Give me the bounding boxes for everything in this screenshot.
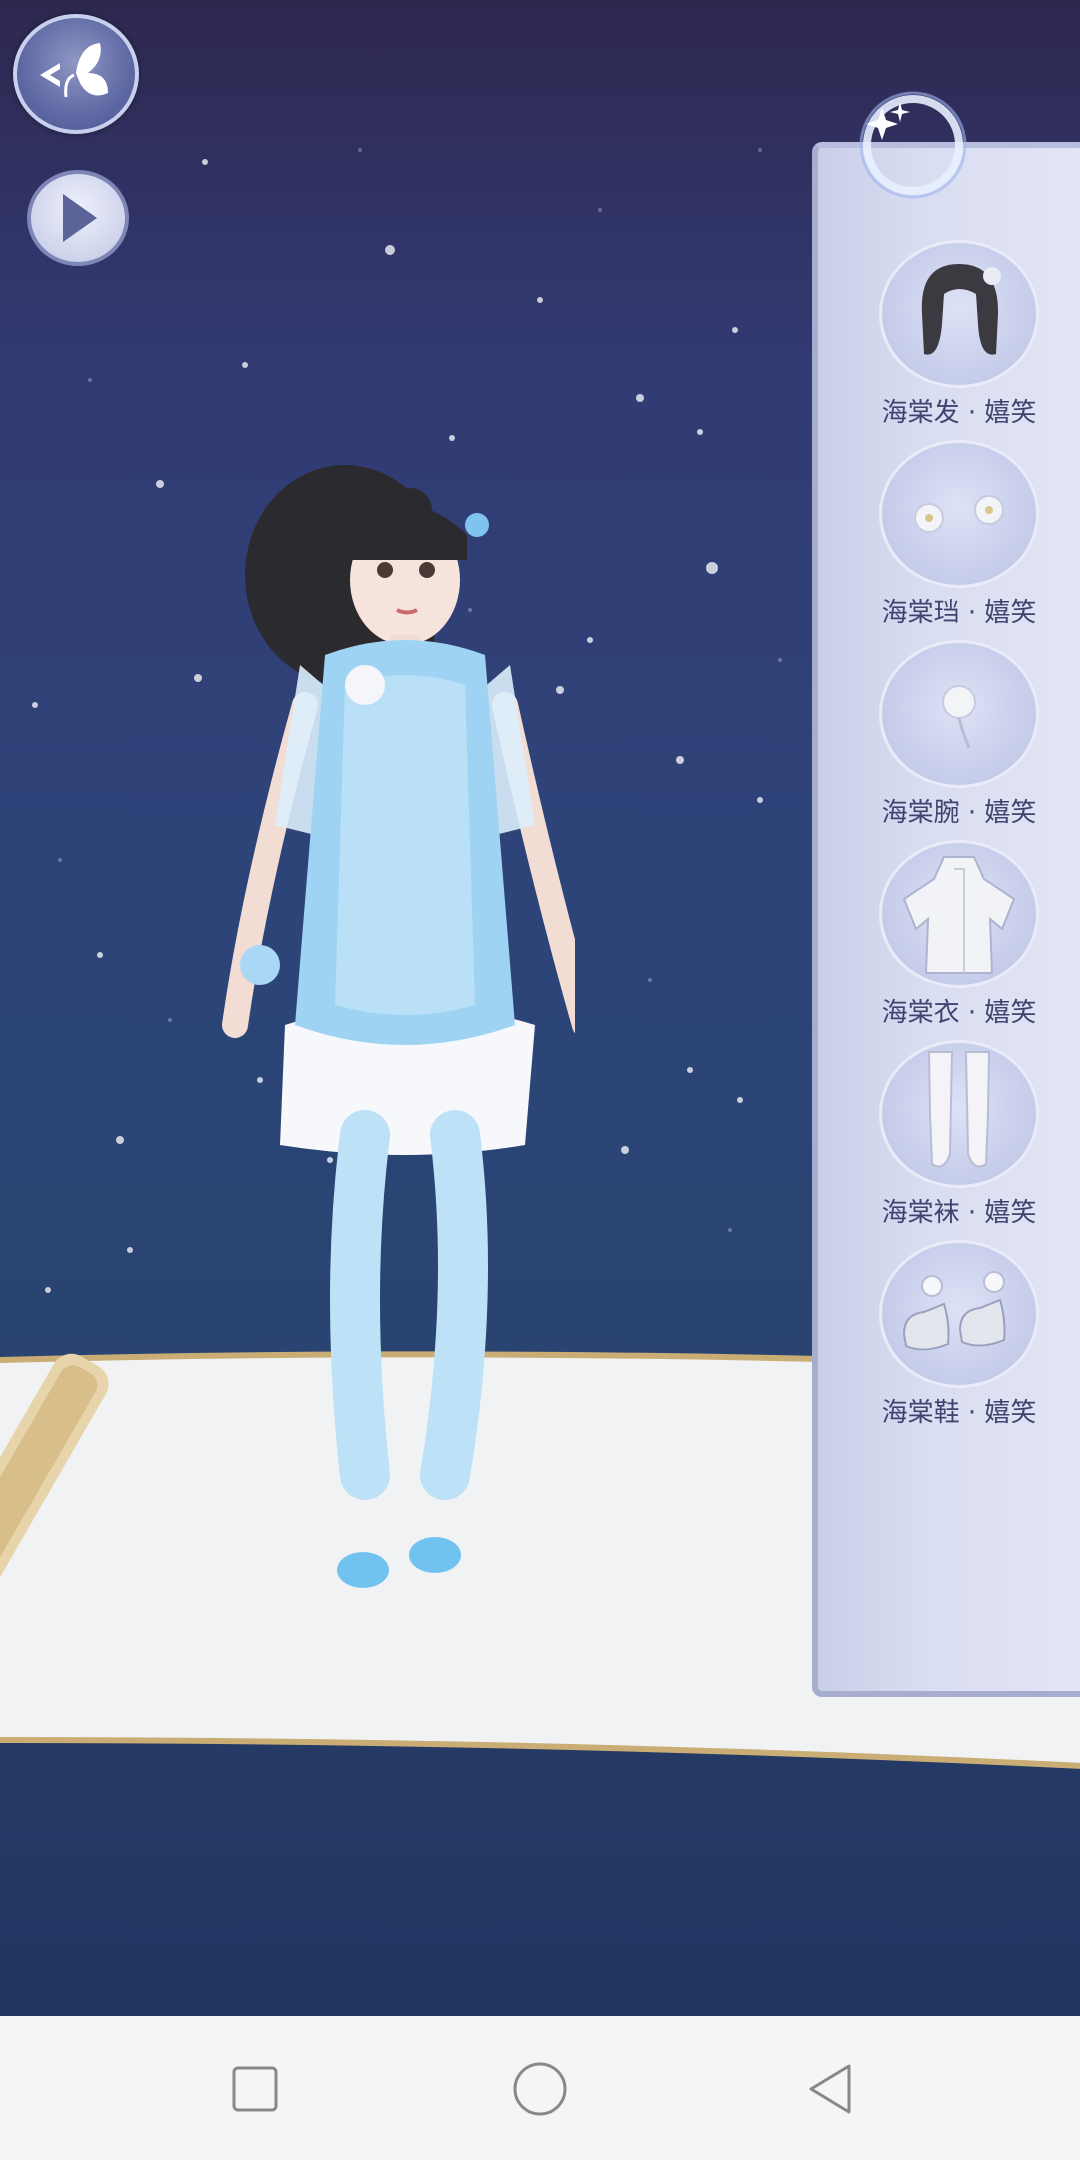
outfit-item-shoes[interactable]: 海棠鞋 · 嬉笑 (862, 1240, 1056, 1429)
stockings-thumbnail (879, 1040, 1039, 1188)
outfit-item-label: 海棠衣 · 嬉笑 (881, 998, 1037, 1028)
home-button[interactable] (505, 2054, 575, 2124)
earrings-icon (914, 495, 1004, 533)
hair-icon (921, 264, 1001, 355)
dress-icon (902, 856, 1016, 974)
hair-thumbnail (879, 240, 1039, 388)
shoes-icon (902, 1271, 1006, 1351)
outfit-item-label: 海棠发 · 嬉笑 (881, 398, 1037, 428)
butterfly-back-icon (40, 43, 108, 98)
shoes-thumbnail (879, 1240, 1039, 1388)
earrings-thumbnail (879, 440, 1039, 588)
recents-button[interactable] (220, 2054, 290, 2124)
game-screen: 海棠发 · 嬉笑 海棠珰 · 嬉笑 海棠腕 · 嬉笑 海棠衣 · 嬉笑 海棠袜 … (0, 0, 1080, 2160)
play-icon (63, 194, 97, 242)
wrist-flower-icon (942, 685, 976, 749)
back-button[interactable] (795, 2054, 865, 2124)
outfit-item-label: 海棠腕 · 嬉笑 (881, 798, 1037, 828)
outfit-item-earrings[interactable]: 海棠珰 · 嬉笑 (862, 440, 1056, 629)
character-model[interactable] (215, 465, 575, 1615)
butterfly-back-button[interactable] (13, 14, 139, 134)
outfit-item-stockings[interactable]: 海棠袜 · 嬉笑 (862, 1040, 1056, 1229)
outfit-item-label: 海棠袜 · 嬉笑 (881, 1198, 1037, 1228)
outfit-item-label: 海棠珰 · 嬉笑 (881, 598, 1037, 628)
sparkle-ring-ornament (859, 91, 967, 199)
dress-thumbnail (879, 840, 1039, 988)
outfit-item-dress[interactable]: 海棠衣 · 嬉笑 (862, 840, 1056, 1029)
play-button[interactable] (27, 170, 129, 266)
outfit-item-hair[interactable]: 海棠发 · 嬉笑 (862, 240, 1056, 429)
system-navigation-bar (0, 2016, 1080, 2160)
outfit-item-label: 海棠鞋 · 嬉笑 (881, 1398, 1037, 1428)
outfit-item-wrist[interactable]: 海棠腕 · 嬉笑 (862, 640, 1056, 829)
stockings-icon (927, 1051, 991, 1168)
wrist-thumbnail (879, 640, 1039, 788)
triangle-back-icon (809, 2064, 851, 2114)
circle-home-icon (513, 2062, 567, 2116)
square-recents-icon (232, 2066, 278, 2112)
